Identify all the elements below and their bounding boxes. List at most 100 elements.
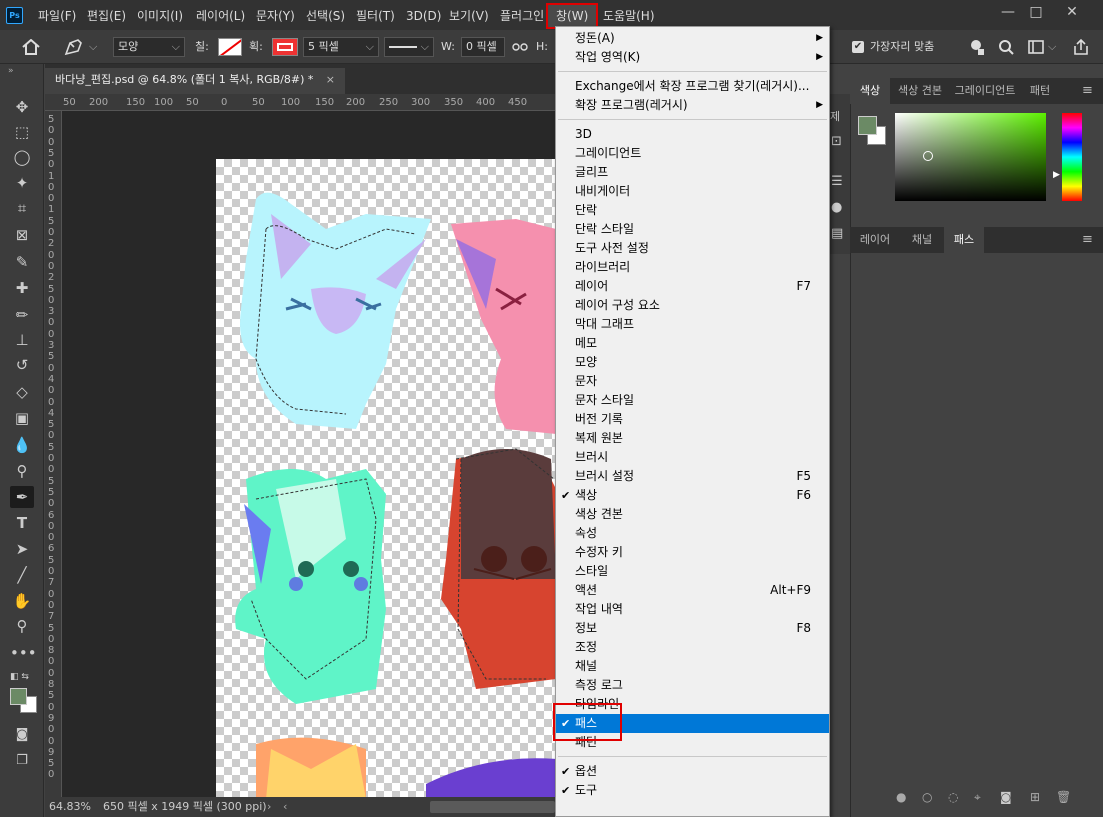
window-menu-item[interactable]: 내비게이터 bbox=[556, 182, 829, 201]
scroll-left-icon[interactable]: ‹ bbox=[283, 797, 287, 817]
align-edges-checkbox[interactable]: ✔ bbox=[852, 41, 864, 53]
canvas-area[interactable] bbox=[62, 111, 555, 797]
stroke-type-select[interactable]: ⌵ bbox=[384, 37, 434, 57]
window-menu-item[interactable]: 색상 견본 bbox=[556, 505, 829, 524]
window-menu-item[interactable]: 속성 bbox=[556, 524, 829, 543]
tab-paths[interactable]: 패스 bbox=[944, 227, 984, 253]
make-work-path-icon[interactable]: ⌖ bbox=[974, 790, 981, 805]
pen-icon[interactable]: ✒ bbox=[10, 486, 34, 508]
magic-wand-icon[interactable]: ✦ bbox=[10, 172, 34, 194]
window-menu-item[interactable]: 단락 스타일 bbox=[556, 220, 829, 239]
hue-slider[interactable] bbox=[1062, 113, 1082, 201]
tab-gradient[interactable]: 그레이디언트 bbox=[950, 78, 1020, 104]
more-tools-icon[interactable]: ••• bbox=[10, 642, 37, 664]
menu-image[interactable]: 이미지(I) bbox=[137, 6, 183, 26]
fill-swatch[interactable] bbox=[218, 38, 242, 56]
horizontal-scrollbar[interactable] bbox=[430, 801, 555, 813]
blur-icon[interactable]: 💧 bbox=[10, 434, 34, 456]
home-icon[interactable] bbox=[22, 39, 40, 55]
menu-plugins[interactable]: 플러그인 bbox=[500, 6, 544, 26]
clone-stamp-icon[interactable]: ⊥ bbox=[10, 329, 34, 351]
window-menu-item[interactable]: ✔ 색상 F6 bbox=[556, 486, 829, 505]
window-menu-item[interactable]: 작업 영역(K) ▶ bbox=[556, 48, 829, 67]
menu-layer[interactable]: 레이어(L) bbox=[196, 6, 245, 26]
window-menu-item[interactable]: 메모 bbox=[556, 334, 829, 353]
tab-pattern[interactable]: 패턴 bbox=[1020, 78, 1060, 104]
share-icon[interactable] bbox=[1072, 38, 1090, 56]
panel-foreground-swatch[interactable] bbox=[858, 116, 877, 135]
panel-strip-icon[interactable]: ● bbox=[831, 200, 842, 215]
healing-brush-icon[interactable]: ✚ bbox=[10, 277, 34, 299]
window-menu-item[interactable]: 문자 bbox=[556, 372, 829, 391]
window-menu-item[interactable]: Exchange에서 확장 프로그램 찾기(레거시)... bbox=[556, 77, 829, 96]
window-menu-item[interactable]: 막대 그래프 bbox=[556, 315, 829, 334]
menu-type[interactable]: 문자(Y) bbox=[256, 6, 295, 26]
load-selection-icon[interactable]: ◌ bbox=[948, 790, 958, 804]
window-menu-item[interactable]: 레이어 F7 bbox=[556, 277, 829, 296]
panel-menu-icon[interactable]: ≡ bbox=[1082, 232, 1093, 247]
stroke-swatch[interactable] bbox=[272, 38, 298, 56]
menu-select[interactable]: 선택(S) bbox=[306, 6, 345, 26]
type-icon[interactable]: T bbox=[10, 512, 34, 534]
window-menu-item[interactable]: 측정 로그 bbox=[556, 676, 829, 695]
collapse-panel-icon[interactable]: » bbox=[8, 66, 14, 76]
window-menu-item[interactable]: 문자 스타일 bbox=[556, 391, 829, 410]
workspace-icon[interactable] bbox=[1028, 40, 1044, 54]
window-menu-item[interactable]: 조정 bbox=[556, 638, 829, 657]
window-menu-item[interactable]: 정돈(A) ▶ bbox=[556, 29, 829, 48]
workspace-chevron-icon[interactable]: ⌵ bbox=[1048, 38, 1056, 56]
window-menu-item[interactable]: 브러시 bbox=[556, 448, 829, 467]
foreground-color-swatch[interactable] bbox=[10, 688, 27, 705]
window-menu-item[interactable]: 3D bbox=[556, 125, 829, 144]
minimize-button[interactable]: — bbox=[997, 4, 1019, 20]
window-menu-item[interactable]: 브러시 설정 F5 bbox=[556, 467, 829, 486]
menu-edit[interactable]: 편집(E) bbox=[87, 6, 126, 26]
width-field[interactable]: 0 픽셀 bbox=[461, 37, 505, 57]
window-menu-item[interactable]: 그레이디언트 bbox=[556, 144, 829, 163]
window-menu-item[interactable]: ✔ 옵션 bbox=[556, 762, 829, 781]
panel-strip-icon[interactable]: ☰ bbox=[831, 174, 843, 189]
tab-swatches[interactable]: 색상 견본 bbox=[890, 78, 950, 104]
zoom-icon[interactable]: ⚲ bbox=[10, 615, 34, 637]
panel-menu-icon[interactable]: ≡ bbox=[1082, 83, 1093, 98]
pen-tool-icon[interactable] bbox=[64, 38, 84, 56]
stroke-width-field[interactable]: 5 픽셀 ⌵ bbox=[303, 37, 379, 57]
window-menu-item[interactable]: 레이어 구성 요소 bbox=[556, 296, 829, 315]
tool-mode-select[interactable]: 모양 ⌵ bbox=[113, 37, 185, 57]
window-menu-item[interactable]: 수정자 키 bbox=[556, 543, 829, 562]
window-menu-item[interactable]: 도구 사전 설정 bbox=[556, 239, 829, 258]
stroke-path-icon[interactable]: ○ bbox=[922, 790, 932, 804]
window-menu-item[interactable]: 단락 bbox=[556, 201, 829, 220]
window-menu-item[interactable]: 버전 기록 bbox=[556, 410, 829, 429]
add-mask-icon[interactable]: ◙ bbox=[1000, 790, 1012, 804]
chevron-right-icon[interactable]: › bbox=[267, 797, 271, 817]
window-menu-item[interactable]: 복제 원본 bbox=[556, 429, 829, 448]
menu-view[interactable]: 보기(V) bbox=[449, 6, 489, 26]
panel-strip-label[interactable]: 제 bbox=[830, 108, 840, 124]
marquee-icon[interactable]: ⬚ bbox=[10, 121, 34, 143]
user-icon[interactable] bbox=[968, 39, 984, 55]
default-colors-icon[interactable]: ◧ ⇆ bbox=[10, 672, 29, 682]
document-tab[interactable]: 바다냥_편집.psd @ 64.8% (폴더 1 복사, RGB/8#) * × bbox=[45, 68, 345, 94]
new-path-icon[interactable]: ⊞ bbox=[1030, 790, 1040, 804]
photoshop-logo[interactable]: Ps bbox=[6, 7, 23, 24]
panel-strip-icon[interactable]: ▤ bbox=[831, 226, 843, 241]
eyedropper-icon[interactable]: ✎ bbox=[10, 251, 34, 273]
menu-help[interactable]: 도움말(H) bbox=[603, 6, 655, 26]
tool-preset-chevron-icon[interactable]: ⌵ bbox=[89, 38, 97, 56]
window-menu-item[interactable]: ✔ 도구 bbox=[556, 781, 829, 800]
lasso-icon[interactable]: ◯ bbox=[10, 146, 34, 168]
quick-mask-icon[interactable]: ◙ bbox=[10, 724, 34, 746]
crop-icon[interactable]: ⌗ bbox=[10, 197, 34, 219]
brush-icon[interactable]: ✏ bbox=[10, 304, 34, 326]
link-icon[interactable] bbox=[512, 42, 528, 52]
gradient-icon[interactable]: ▣ bbox=[10, 407, 34, 429]
menu-file[interactable]: 파일(F) bbox=[38, 6, 76, 26]
color-picker-cursor[interactable] bbox=[923, 151, 933, 161]
window-menu-item[interactable]: 라이브러리 bbox=[556, 258, 829, 277]
search-icon[interactable] bbox=[998, 39, 1014, 55]
close-window-button[interactable]: ✕ bbox=[1061, 4, 1083, 20]
frame-icon[interactable]: ⊠ bbox=[10, 224, 34, 246]
saturation-value-picker[interactable] bbox=[895, 113, 1046, 201]
close-tab-icon[interactable]: × bbox=[326, 68, 335, 92]
